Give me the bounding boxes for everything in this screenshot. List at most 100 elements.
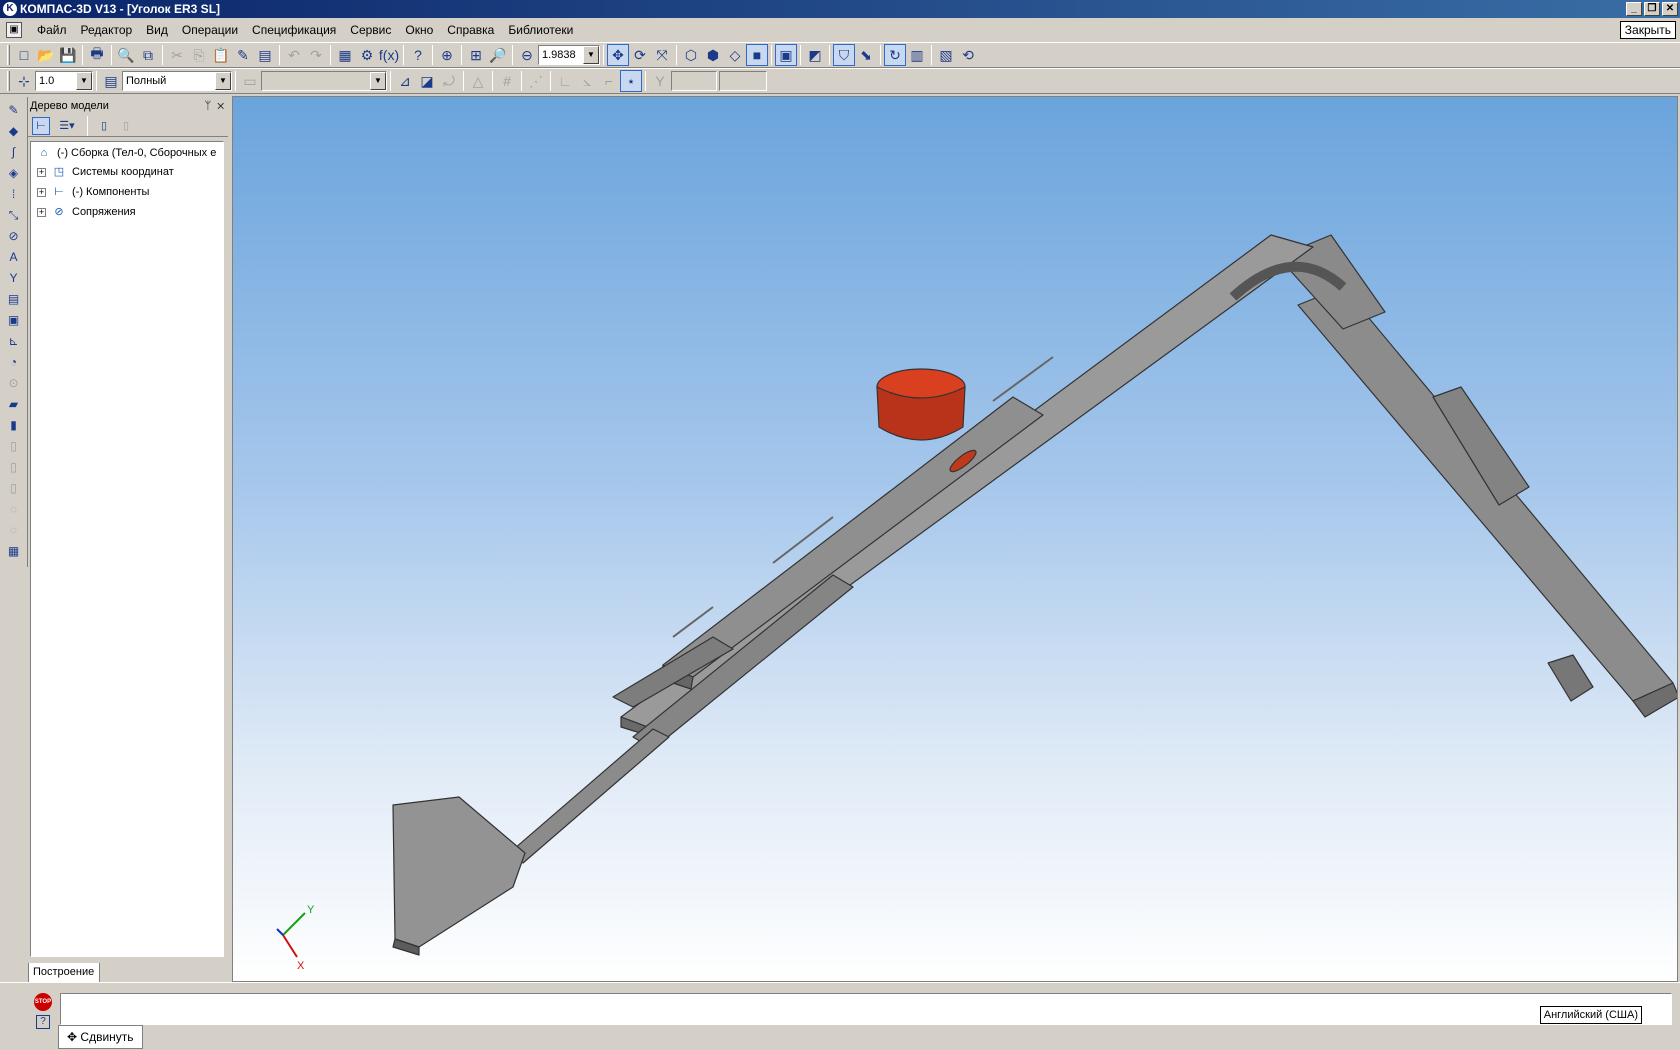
tree-doc2-icon[interactable]: ▯ (117, 117, 135, 135)
cut-icon[interactable]: ✂ (166, 44, 188, 66)
mode-combo[interactable]: Полный ▼ (122, 71, 232, 91)
new-document-icon[interactable]: □ (13, 44, 35, 66)
solid-icon[interactable]: ◆ (4, 122, 24, 140)
menu-window[interactable]: Окно (398, 20, 440, 40)
zoom-all-icon[interactable]: ⊞ (465, 44, 487, 66)
copy-component-icon[interactable]: ▯ (4, 479, 24, 497)
kompas-app-icon[interactable]: K (3, 2, 17, 16)
bindings-icon[interactable]: ⋆ (620, 70, 642, 92)
perspective-icon[interactable]: ◩ (804, 44, 826, 66)
stop-icon[interactable]: STOP (34, 993, 52, 1011)
coord-x-field[interactable] (671, 71, 717, 91)
component-icon[interactable]: ▮ (4, 416, 24, 434)
shaded-icon[interactable]: ■ (746, 44, 768, 66)
copy-icon[interactable]: ⎘ (188, 44, 210, 66)
step-snap-icon[interactable]: ⌐ (598, 70, 620, 92)
dimensions-icon[interactable]: ⊾ (4, 332, 24, 350)
tree-view-icon[interactable]: ☰▾ (54, 117, 80, 135)
expand-icon[interactable]: + (37, 187, 46, 197)
expand-icon[interactable]: + (37, 167, 46, 177)
surface-icon[interactable]: ◈ (4, 164, 24, 182)
properties-icon[interactable]: ✎ (232, 44, 254, 66)
grid-icon[interactable]: # (496, 70, 518, 92)
menu-help[interactable]: Справка (440, 20, 501, 40)
tree-item-assembly[interactable]: ⌂ (-) Сборка (Тел-0, Сборочных е (37, 144, 217, 162)
angle-icon[interactable]: ⦣ (576, 70, 598, 92)
layout-icon[interactable]: ▦ (4, 542, 24, 560)
tree-item-mates[interactable]: + ⊘ Сопряжения (37, 203, 136, 221)
rotate-icon[interactable]: ⟳ (629, 44, 651, 66)
refresh-icon[interactable]: ⟲ (957, 44, 979, 66)
menu-edit[interactable]: Редактор (74, 20, 140, 40)
manager-icon[interactable]: ⚙ (356, 44, 378, 66)
coords-icon[interactable]: Y (649, 70, 671, 92)
snap-icon[interactable]: ⋰ (525, 70, 547, 92)
tree-doc-icon[interactable]: ▯ (95, 117, 113, 135)
edit-part-icon[interactable]: ✎ (4, 101, 24, 119)
zoom-scale-icon[interactable]: ⊖ (516, 44, 538, 66)
coord-y-field[interactable] (719, 71, 767, 91)
orientation-icon[interactable]: ⤧ (651, 44, 673, 66)
close-button[interactable]: ✕ (1662, 2, 1678, 16)
move-component-icon[interactable]: ▯ (4, 437, 24, 455)
spec-icon[interactable]: ▥ (906, 44, 928, 66)
pan-icon[interactable]: ✥ (607, 44, 629, 66)
zoom-window-icon[interactable]: ⊕ (436, 44, 458, 66)
preview-icon[interactable]: 🔍 (115, 44, 137, 66)
open-file-icon[interactable]: 📂 (35, 44, 57, 66)
step-combo[interactable]: 1.0 ▼ (35, 71, 93, 91)
sketch-icon[interactable]: △ (467, 70, 489, 92)
orient-disabled-icon[interactable]: ⤾ (438, 70, 460, 92)
table-icon[interactable]: ▤ (254, 44, 276, 66)
save-icon[interactable]: 💾 (57, 44, 79, 66)
move-button[interactable]: ✥ Сдвинуть (58, 1025, 143, 1049)
filter-icon[interactable]: ⛉ (833, 44, 855, 66)
thin-hidden-icon[interactable]: ◇ (724, 44, 746, 66)
menu-specification[interactable]: Спецификация (245, 20, 343, 40)
shaded-edges-icon[interactable]: ▣ (775, 44, 797, 66)
hidden-lines-icon[interactable]: ⬢ (702, 44, 724, 66)
minimize-button[interactable]: _ (1626, 2, 1642, 16)
chevron-down-icon[interactable]: ▼ (370, 72, 386, 90)
new-view-icon[interactable]: ⧉ (137, 44, 159, 66)
ortho-icon[interactable]: ∟ (554, 70, 576, 92)
library-icon[interactable]: ▰ (4, 395, 24, 413)
filters-icon[interactable]: Y (4, 269, 24, 287)
menu-libraries[interactable]: Библиотеки (501, 20, 580, 40)
rebuild-icon[interactable]: ↻ (884, 44, 906, 66)
measure-icon[interactable]: A (4, 248, 24, 266)
layer-combo[interactable]: ▼ (261, 71, 387, 91)
zoom-combo[interactable]: 1.9838 ▼ (538, 45, 600, 65)
menu-view[interactable]: Вид (139, 20, 175, 40)
model-viewport[interactable]: Y X (232, 96, 1678, 982)
document-icon[interactable]: ▣ (6, 22, 22, 38)
plane-icon[interactable]: ◪ (416, 70, 438, 92)
paste-icon[interactable]: 📋 (210, 44, 232, 66)
menu-file[interactable]: Файл (30, 20, 74, 40)
tree-item-coordinate-systems[interactable]: + ◳ Системы координат (37, 163, 174, 181)
help-icon[interactable]: ? (36, 1015, 50, 1029)
zoom-in-icon[interactable]: 🔎 (487, 44, 509, 66)
collision-icon[interactable]: ◌ (4, 521, 24, 539)
reports-icon[interactable]: ▣ (4, 311, 24, 329)
selection-icon[interactable]: ⬊ (855, 44, 877, 66)
tab-build[interactable]: Построение (28, 963, 100, 983)
step-icon[interactable]: ⊹ (13, 70, 35, 92)
chevron-down-icon[interactable]: ▼ (76, 72, 92, 90)
restore-button[interactable]: ❐ (1644, 2, 1660, 16)
tree-item-components[interactable]: + ⊢ (-) Компоненты (37, 183, 149, 201)
section-icon[interactable]: ◌ (4, 500, 24, 518)
aux-geometry-icon[interactable]: ⤡ (4, 206, 24, 224)
help-pointer-icon[interactable]: ? (407, 44, 429, 66)
wireframe-icon[interactable]: ⬡ (680, 44, 702, 66)
menu-service[interactable]: Сервис (343, 20, 398, 40)
rotate-component-icon[interactable]: ▯ (4, 458, 24, 476)
close-panel-icon[interactable]: ✕ (217, 100, 224, 112)
array-icon[interactable]: ⁞ (4, 185, 24, 203)
undo-icon[interactable]: ↶ (283, 44, 305, 66)
display-mode-icon[interactable]: ▤ (100, 70, 122, 92)
menu-operations[interactable]: Операции (175, 20, 245, 40)
print-icon[interactable]: 🖶 (86, 44, 108, 66)
mates-toolbar-icon[interactable]: ⊘ (4, 227, 24, 245)
variables-icon[interactable]: f(x) (378, 44, 400, 66)
